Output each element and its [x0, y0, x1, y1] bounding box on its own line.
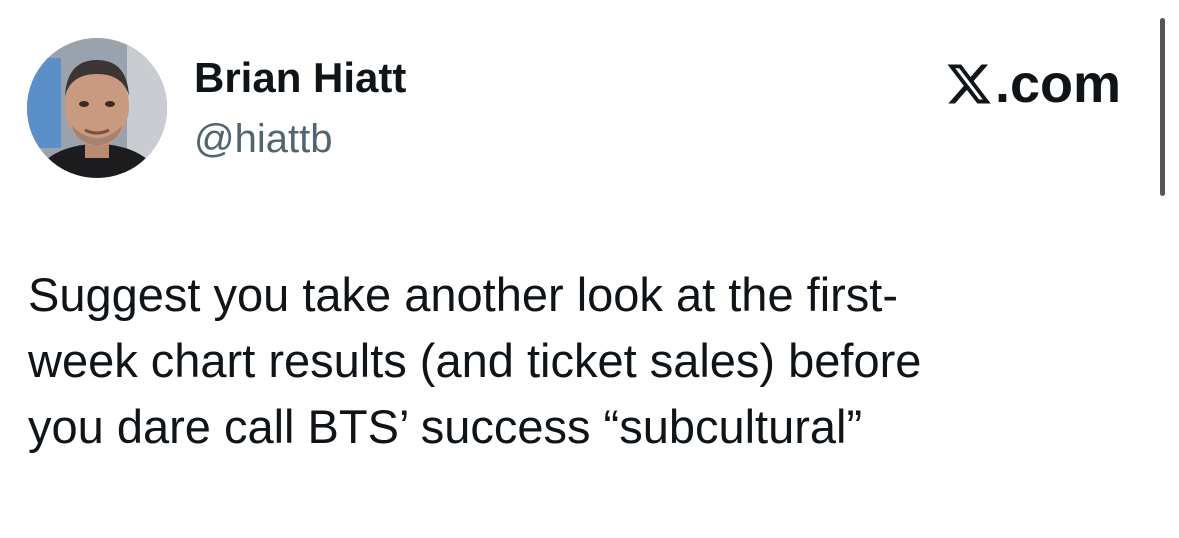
tweet-text-line: you dare call BTS’ success “subcultural”	[28, 400, 863, 453]
tweet-text: Suggest you take another look at the fir…	[28, 262, 1138, 460]
author-info: Brian Hiatt @hiattb	[194, 54, 406, 162]
author-avatar[interactable]	[27, 38, 167, 178]
tweet-card: Brian Hiatt @hiattb .com Suggest you tak…	[0, 0, 1179, 538]
author-display-name[interactable]: Brian Hiatt	[194, 54, 406, 102]
avatar-photo-icon	[27, 38, 167, 178]
author-handle[interactable]: @hiattb	[194, 116, 406, 162]
brand-suffix: .com	[994, 54, 1121, 114]
tweet-text-line: week chart results (and ticket sales) be…	[28, 334, 922, 387]
x-logo-icon	[947, 64, 991, 104]
tweet-text-line: Suggest you take another look at the fir…	[28, 268, 899, 321]
scrollbar[interactable]	[1160, 18, 1165, 196]
x-com-brand: .com	[945, 56, 1121, 112]
